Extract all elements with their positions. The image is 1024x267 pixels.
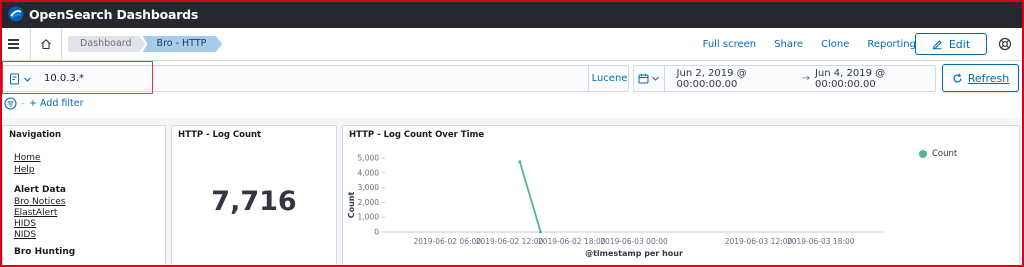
opensearch-logo-icon[interactable] — [6, 4, 26, 24]
date-picker: Jun 2, 2019 @ 00:00:00.00 → Jun 4, 2019 … — [633, 65, 936, 92]
top-nav-menu: Full screen Share Clone Reporting — [703, 28, 916, 61]
bro-notices-link[interactable]: Bro Notices — [14, 197, 75, 207]
date-range-arrow-icon: → — [801, 73, 810, 84]
query-language-button[interactable]: Lucene — [588, 66, 630, 91]
menu-toggle-icon[interactable] — [6, 39, 30, 49]
nids-link[interactable]: NIDS — [14, 230, 75, 240]
chevron-down-icon — [651, 76, 659, 81]
breadcrumb-dashboard[interactable]: Dashboard — [68, 36, 146, 52]
edit-button[interactable]: Edit — [915, 33, 987, 55]
y-tick-label: 2,000 — [358, 198, 380, 207]
start-date-button[interactable]: Jun 2, 2019 @ 00:00:00.00 — [677, 68, 797, 90]
x-tick-label: 2019-06-02 18:00 — [538, 237, 606, 246]
y-tick-label: 1,000 — [358, 213, 380, 222]
y-tick-label: 0 — [374, 228, 379, 237]
refresh-icon — [953, 73, 962, 82]
panel-title: Navigation — [9, 130, 61, 140]
navigation-panel: Navigation Home Help Alert Data Bro Noti… — [2, 125, 166, 267]
dashboard-grid: Navigation Home Help Alert Data Bro Noti… — [0, 118, 1024, 267]
reporting-link[interactable]: Reporting — [867, 39, 916, 50]
end-date-button[interactable]: Jun 4, 2019 @ 00:00:00.00 — [815, 68, 935, 90]
x-axis-label: @timestamp per hour — [585, 249, 683, 258]
divider: – — [21, 98, 25, 108]
add-filter-button[interactable]: + Add filter — [29, 98, 84, 109]
refresh-button-label: Refresh — [967, 71, 1010, 85]
home-icon[interactable] — [31, 38, 61, 50]
full-screen-link[interactable]: Full screen — [703, 39, 757, 50]
data-point[interactable] — [539, 230, 543, 234]
help-icon[interactable] — [998, 37, 1012, 54]
navigation-bar: Dashboard Bro - HTTP Full screen Share C… — [0, 27, 1024, 61]
home-link[interactable]: Home — [14, 153, 75, 163]
filter-bar: – + Add filter — [4, 96, 84, 110]
share-link[interactable]: Share — [774, 39, 803, 50]
query-bar: 10.0.3.* Lucene Jun 2, 2019 @ 00:00:00.0… — [0, 61, 1024, 94]
elastalert-link[interactable]: ElastAlert — [14, 208, 75, 218]
help-link[interactable]: Help — [14, 165, 75, 175]
query-highlight-box — [2, 61, 153, 94]
x-tick-label: 2019-06-03 00:00 — [600, 237, 668, 246]
line-chart: 5,000 4,000 3,000 2,000 1,000 0 2019-06-02 06… — [347, 154, 883, 258]
section-heading: Bro Hunting — [14, 247, 76, 257]
panel-title: HTTP - Log Count — [178, 130, 262, 140]
y-axis-label: Count — [347, 192, 356, 219]
chart-legend[interactable]: Count — [919, 149, 957, 159]
y-tick-label: 5,000 — [358, 154, 380, 163]
clone-link[interactable]: Clone — [821, 39, 849, 50]
y-tick-label: 3,000 — [358, 183, 380, 192]
log-count-panel: HTTP - Log Count 7,716 — [171, 125, 337, 267]
pencil-icon — [932, 39, 942, 49]
section-heading: Alert Data — [14, 185, 66, 195]
series-line-count[interactable] — [519, 161, 542, 233]
breadcrumb: Dashboard Bro - HTTP — [68, 36, 223, 52]
edit-button-label: Edit — [948, 37, 971, 51]
y-tick-label: 4,000 — [358, 168, 380, 177]
divider — [61, 27, 62, 61]
x-tick-label: 2019-06-02 06:00 — [413, 237, 481, 246]
metric-value: 7,716 — [211, 186, 297, 217]
legend-label: Count — [932, 149, 958, 159]
filter-options-icon[interactable] — [4, 97, 17, 110]
refresh-button[interactable]: Refresh — [942, 64, 1019, 92]
brand-title[interactable]: OpenSearch Dashboards — [29, 7, 198, 22]
panel-title: HTTP - Log Count Over Time — [349, 130, 485, 140]
x-tick-label: 2019-06-02 12:00 — [476, 237, 544, 246]
breadcrumb-current-dashboard: Bro - HTTP — [142, 36, 223, 52]
legend-color-swatch — [919, 150, 927, 158]
x-tick-label: 2019-06-03 12:00 — [725, 237, 793, 246]
calendar-icon — [638, 74, 649, 84]
log-count-over-time-panel: HTTP - Log Count Over Time Count 5,000 4,… — [342, 125, 1020, 267]
hids-link[interactable]: HIDS — [14, 219, 75, 229]
data-point[interactable] — [518, 160, 522, 164]
x-tick-label: 2019-06-03 18:00 — [787, 237, 855, 246]
top-header-bar: OpenSearch Dashboards — [0, 0, 1024, 28]
quick-date-menu-button[interactable] — [634, 66, 665, 91]
